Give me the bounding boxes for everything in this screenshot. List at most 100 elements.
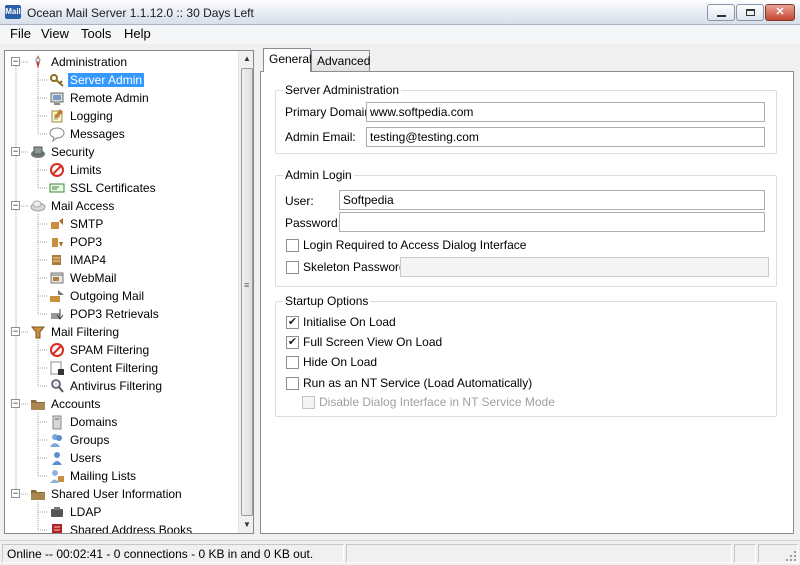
tree-item[interactable]: Server Admin <box>5 71 237 89</box>
tree-item[interactable]: − Shared User Information <box>5 485 237 503</box>
startup-option-checkbox <box>302 396 315 409</box>
tab-general[interactable]: General <box>263 48 312 72</box>
title-bar[interactable]: Mail Ocean Mail Server 1.1.12.0 :: 30 Da… <box>0 0 800 25</box>
tree-item-label: SSL Certificates <box>70 181 156 195</box>
primary-domain-field[interactable]: www.softpedia.com <box>366 102 765 122</box>
tree-item-label: Remote Admin <box>70 91 149 105</box>
tree-item[interactable]: POP3 <box>5 233 237 251</box>
tree-item-label: Accounts <box>51 397 101 411</box>
menu-tools[interactable]: Tools <box>78 26 114 41</box>
tree-item[interactable]: − Mail Access <box>5 197 237 215</box>
scrollbar-grip-icon: ≡ <box>244 280 250 290</box>
tree-item[interactable]: Content Filtering <box>5 359 237 377</box>
menu-help[interactable]: Help <box>121 26 154 41</box>
tree-item-label: Antivirus Filtering <box>70 379 163 393</box>
startup-options-group: Startup Options ✔ Initialise On Load ✔ Full… <box>275 294 777 417</box>
tree-item-label: Mail Filtering <box>51 325 120 339</box>
tree-item[interactable]: − Administration <box>5 53 237 71</box>
group-title: Server Administration <box>283 83 402 97</box>
tree-item[interactable]: WebMail <box>5 269 237 287</box>
tree-item[interactable]: SSL Certificates <box>5 179 237 197</box>
minimize-button[interactable] <box>707 4 735 21</box>
menu-bar: File View Tools Help <box>0 25 800 44</box>
minimize-icon <box>717 15 726 17</box>
group-icon <box>50 434 62 447</box>
tree-item-label: SPAM Filtering <box>70 343 150 357</box>
app-mail-icon: Mail <box>5 5 21 19</box>
tree-item-label: Mail Access <box>51 199 115 213</box>
tree-item-label: Shared User Information <box>51 487 182 501</box>
tree-item[interactable]: Antivirus Filtering <box>5 377 237 395</box>
collapse-icon[interactable]: − <box>11 399 20 408</box>
tree-item[interactable]: Mailing Lists <box>5 467 237 485</box>
tab-advanced[interactable]: Advanced <box>311 50 370 71</box>
status-panel-3 <box>734 544 756 563</box>
navigation-tree[interactable]: − Administration Server Admin Remote Admin L… <box>4 50 254 534</box>
no-entry-icon <box>50 163 64 177</box>
tree-item[interactable]: IMAP4 <box>5 251 237 269</box>
close-button[interactable]: ✕ <box>765 4 795 21</box>
startup-option-checkbox[interactable] <box>286 356 299 369</box>
login-required-label: Login Required to Access Dialog Interfac… <box>303 238 527 252</box>
tree-item[interactable]: SPAM Filtering <box>5 341 237 359</box>
startup-option-checkbox[interactable]: ✔ <box>286 316 299 329</box>
tree-item-label: POP3 <box>70 235 103 249</box>
tree-item[interactable]: Messages <box>5 125 237 143</box>
startup-option-checkbox[interactable] <box>286 377 299 390</box>
startup-option-label: Run as an NT Service (Load Automatically… <box>303 376 533 390</box>
maximize-button[interactable] <box>736 4 764 21</box>
tree-item-label: Logging <box>70 109 113 123</box>
collapse-icon[interactable]: − <box>11 147 20 156</box>
tree-item[interactable]: Shared Address Books <box>5 521 237 533</box>
collapse-icon[interactable]: − <box>11 327 20 336</box>
status-panel-2 <box>346 544 732 563</box>
certificate-icon <box>49 183 65 193</box>
tree-item[interactable]: POP3 Retrievals <box>5 305 237 323</box>
pop3-icon <box>52 238 63 247</box>
collapse-icon[interactable]: − <box>11 489 20 498</box>
tree-scrollbar[interactable]: ▲ ≡ ▼ <box>238 51 253 533</box>
menu-file[interactable]: File <box>7 26 34 41</box>
collapse-icon[interactable]: − <box>11 57 20 66</box>
mailing-list-icon <box>50 470 64 483</box>
tree-item[interactable]: − Security <box>5 143 237 161</box>
tree-item-label: Users <box>70 451 102 465</box>
remote-admin-icon <box>50 92 64 105</box>
tree-item[interactable]: Remote Admin <box>5 89 237 107</box>
tab-general-label: General <box>269 52 312 66</box>
admin-email-field[interactable]: testing@testing.com <box>366 127 765 147</box>
tree-item[interactable]: Users <box>5 449 237 467</box>
tree-item[interactable]: LDAP <box>5 503 237 521</box>
menu-view[interactable]: View <box>38 26 72 41</box>
password-field[interactable] <box>339 212 765 232</box>
tree-item[interactable]: SMTP <box>5 215 237 233</box>
tree-item[interactable]: − Accounts <box>5 395 237 413</box>
tree-item[interactable]: Outgoing Mail <box>5 287 237 305</box>
collapse-icon[interactable]: − <box>11 201 20 210</box>
startup-option-checkbox[interactable]: ✔ <box>286 336 299 349</box>
notepad-icon <box>51 109 63 123</box>
tree-item-label: LDAP <box>70 505 102 519</box>
server-administration-group: Server Administration Primary Domain: ww… <box>275 83 777 154</box>
scrollbar-thumb[interactable]: ≡ <box>241 68 253 516</box>
scroll-up-arrow-icon[interactable]: ▲ <box>239 51 253 67</box>
tree-item[interactable]: Domains <box>5 413 237 431</box>
imap4-icon <box>52 255 61 265</box>
user-field[interactable]: Softpedia <box>339 190 765 210</box>
tree-item[interactable]: Logging <box>5 107 237 125</box>
no-entry-icon <box>50 343 64 357</box>
tree-item-label: WebMail <box>70 271 117 285</box>
tree-item-label: IMAP4 <box>70 253 107 267</box>
scroll-down-arrow-icon[interactable]: ▼ <box>239 517 253 533</box>
skeleton-password-checkbox[interactable] <box>286 261 299 274</box>
outgoing-mail-icon <box>50 290 64 302</box>
primary-domain-label: Primary Domain: <box>285 105 375 119</box>
mail-filtering-icon <box>30 326 46 339</box>
skeleton-password-label: Skeleton Password: <box>303 260 410 274</box>
tree-item[interactable]: Limits <box>5 161 237 179</box>
tree-item[interactable]: − Mail Filtering <box>5 323 237 341</box>
tree-item[interactable]: Groups <box>5 431 237 449</box>
resize-grip-icon[interactable] <box>784 549 798 563</box>
login-required-checkbox[interactable] <box>286 239 299 252</box>
tree-item-label: POP3 Retrievals <box>70 307 159 321</box>
